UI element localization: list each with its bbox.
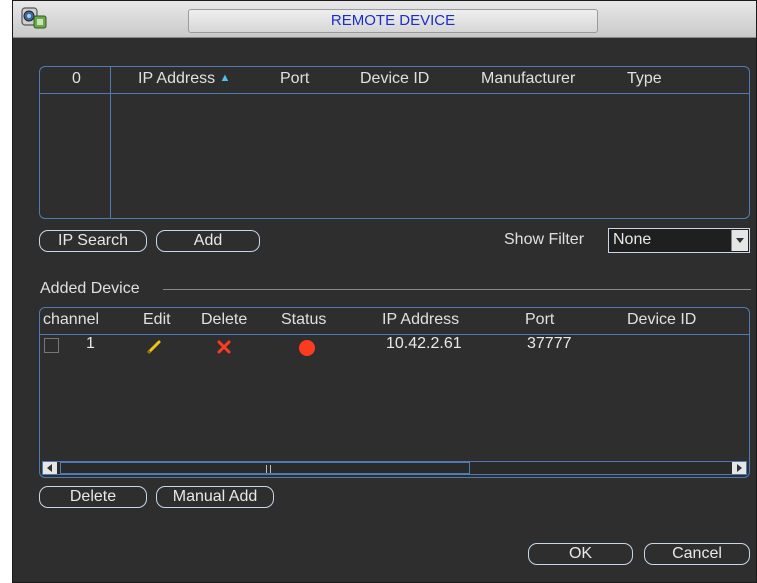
edit-pencil-icon[interactable] [146, 339, 162, 355]
add-button[interactable]: Add [156, 230, 260, 252]
column-divider [110, 67, 111, 218]
header-edit[interactable]: Edit [143, 311, 171, 329]
table-row[interactable]: 1 10.42.2.61 37777 [40, 335, 749, 357]
search-table-header: 0 IP Address ▲ Port Device ID Manufactur… [40, 67, 749, 94]
horizontal-scrollbar[interactable] [42, 461, 747, 475]
status-dot-icon [299, 340, 315, 356]
scroll-left-icon[interactable] [43, 462, 57, 474]
window-title: REMOTE DEVICE [188, 9, 598, 33]
section-divider [163, 289, 751, 290]
scrollbar-thumb[interactable] [60, 462, 470, 474]
header-port[interactable]: Port [525, 311, 554, 329]
cancel-button[interactable]: Cancel [644, 543, 750, 565]
ip-search-button[interactable]: IP Search [39, 230, 147, 252]
added-device-section-label: Added Device [40, 280, 140, 297]
show-filter-value: None [613, 231, 652, 248]
scroll-right-icon[interactable] [732, 462, 746, 474]
header-ip-address[interactable]: IP Address [382, 311, 459, 329]
thumb-grip [266, 465, 267, 473]
manual-add-button[interactable]: Manual Add [156, 486, 274, 508]
device-app-icon [21, 7, 47, 29]
added-table-header: channel Edit Delete Status IP Address Po… [40, 308, 749, 335]
sort-asc-icon: ▲ [219, 72, 231, 84]
header-device-id[interactable]: Device ID [627, 311, 696, 329]
row-select-checkbox[interactable] [44, 338, 59, 353]
header-status[interactable]: Status [281, 311, 326, 329]
header-index[interactable]: 0 [72, 70, 81, 88]
header-channel[interactable]: channel [43, 311, 99, 329]
delete-x-icon[interactable] [217, 340, 231, 354]
show-filter-label: Show Filter [504, 231, 585, 248]
row-port: 37777 [527, 335, 572, 352]
remote-device-window: REMOTE DEVICE 0 IP Address ▲ Port Device… [12, 0, 757, 583]
header-type[interactable]: Type [627, 70, 662, 88]
row-channel: 1 [86, 335, 95, 352]
row-ip-address: 10.42.2.61 [386, 335, 462, 352]
added-device-table[interactable]: channel Edit Delete Status IP Address Po… [39, 307, 750, 478]
chevron-down-icon[interactable] [731, 230, 748, 251]
header-port[interactable]: Port [280, 70, 309, 88]
header-ip-address[interactable]: IP Address ▲ [138, 70, 230, 88]
thumb-grip [270, 465, 271, 473]
show-filter-select[interactable]: None [608, 228, 750, 253]
search-results-table[interactable]: 0 IP Address ▲ Port Device ID Manufactur… [39, 66, 750, 219]
header-manufacturer[interactable]: Manufacturer [481, 70, 575, 88]
header-device-id[interactable]: Device ID [360, 70, 429, 88]
header-delete[interactable]: Delete [201, 311, 247, 329]
ok-button[interactable]: OK [528, 543, 633, 565]
delete-button[interactable]: Delete [39, 486, 147, 508]
title-bar: REMOTE DEVICE [13, 1, 756, 38]
